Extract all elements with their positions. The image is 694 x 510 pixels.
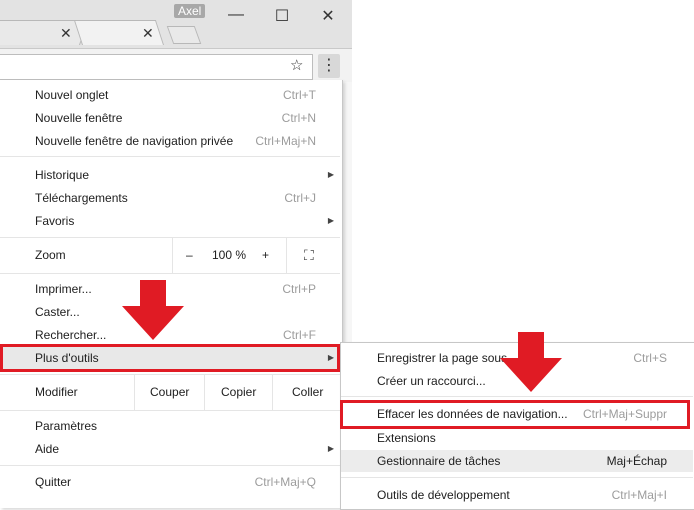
menu-dots-icon[interactable]: ⋮: [318, 54, 340, 78]
menu-item-label: Téléchargements: [35, 191, 128, 205]
menu-item-history[interactable]: Historique ▶: [0, 164, 340, 186]
menu-item-shortcut: Ctrl+J: [284, 191, 316, 205]
submenu-item-extensions[interactable]: Extensions: [341, 427, 693, 449]
submenu-arrow-icon: ▶: [327, 170, 334, 179]
submenu-arrow-icon: ▶: [327, 444, 334, 453]
red-arrow-down-icon: [122, 280, 184, 340]
menu-separator: [0, 465, 340, 466]
highlight-box-more-tools: [0, 344, 340, 372]
submenu-item-shortcut: Maj+Échap: [606, 454, 667, 468]
submenu-item-shortcut: Ctrl+Maj+I: [611, 488, 667, 502]
menu-item-label: Quitter: [35, 475, 72, 489]
edit-label: Modifier: [35, 385, 78, 399]
menu-item-shortcut: Ctrl+T: [283, 88, 316, 102]
menu-item-bookmarks[interactable]: Favoris ▶: [0, 210, 340, 232]
minimize-icon[interactable]: —: [226, 6, 246, 24]
submenu-arrow-icon: ▶: [327, 216, 334, 225]
submenu-item-shortcut: Ctrl+S: [633, 351, 667, 365]
menu-item-label: Historique: [35, 168, 90, 182]
menu-item-downloads[interactable]: Téléchargements Ctrl+J: [0, 187, 340, 209]
cell-divider: [204, 374, 205, 410]
red-arrow-down-icon: [500, 332, 562, 392]
copy-button[interactable]: Copier: [221, 374, 256, 410]
zoom-in-button[interactable]: +: [262, 237, 269, 273]
menu-item-shortcut: Ctrl+P: [282, 282, 316, 296]
menu-item-label: Aide: [35, 442, 60, 456]
menu-item-settings[interactable]: Paramètres: [0, 415, 340, 437]
submenu-item-label: Gestionnaire de tâches: [377, 454, 501, 468]
maximize-icon[interactable]: ☐: [272, 6, 292, 26]
submenu-item-developer-tools[interactable]: Outils de développement Ctrl+Maj+I: [341, 484, 693, 506]
menu-item-label: Imprimer...: [35, 282, 92, 296]
menu-item-label: Nouvel onglet: [35, 88, 109, 102]
menu-item-label: Favoris: [35, 214, 75, 228]
menu-item-shortcut: Ctrl+F: [283, 328, 316, 342]
menu-separator: [341, 477, 693, 478]
menu-separator: [0, 156, 340, 157]
menu-separator: [341, 396, 693, 397]
zoom-label: Zoom: [35, 248, 66, 262]
zoom-level-value: 100 %: [212, 248, 247, 262]
paste-button[interactable]: Coller: [292, 374, 323, 410]
menu-separator: [0, 410, 340, 411]
menu-item-label: Caster...: [35, 305, 80, 319]
submenu-item-label: Enregistrer la page sous...: [377, 351, 518, 365]
cell-divider: [172, 237, 173, 273]
submenu-item-label: Extensions: [377, 431, 436, 445]
highlight-box-clear-data: [340, 400, 690, 429]
zoom-out-button[interactable]: –: [186, 237, 193, 273]
menu-item-new-window[interactable]: Nouvelle fenêtre Ctrl+N: [0, 107, 340, 129]
menu-item-label: Paramètres: [35, 419, 98, 433]
menu-item-new-tab[interactable]: Nouvel onglet Ctrl+T: [0, 84, 340, 106]
menu-item-help[interactable]: Aide ▶: [0, 438, 340, 460]
submenu-item-label: Outils de développement: [377, 488, 510, 502]
menu-item-label: Nouvelle fenêtre de navigation privée: [35, 134, 234, 148]
submenu-item-task-manager[interactable]: Gestionnaire de tâches Maj+Échap: [341, 450, 693, 472]
menu-item-new-private-window[interactable]: Nouvelle fenêtre de navigation privée Ct…: [0, 130, 340, 152]
cell-divider: [272, 374, 273, 410]
tab-2-close-icon[interactable]: ✕: [142, 25, 154, 42]
zoom-row: Zoom – 100 % + ⛶: [0, 237, 340, 273]
edit-row: Modifier Couper Copier Coller: [0, 374, 340, 410]
menu-separator: [0, 273, 340, 274]
menu-item-quit[interactable]: Quitter Ctrl+Maj+Q: [0, 471, 340, 493]
cell-divider: [286, 237, 287, 273]
menu-item-shortcut: Ctrl+Maj+N: [255, 134, 316, 148]
cut-button[interactable]: Couper: [150, 374, 189, 410]
tab-1-close-icon[interactable]: ✕: [60, 25, 72, 42]
menu-item-label: Nouvelle fenêtre: [35, 111, 123, 125]
address-bar[interactable]: [0, 54, 313, 80]
menu-item-shortcut: Ctrl+N: [281, 111, 316, 125]
submenu-item-label: Créer un raccourci...: [377, 374, 486, 388]
bookmark-star-icon[interactable]: ☆: [290, 56, 303, 74]
cell-divider: [134, 374, 135, 410]
menu-item-shortcut: Ctrl+Maj+Q: [254, 475, 316, 489]
fullscreen-icon[interactable]: ⛶: [304, 237, 314, 273]
menu-item-label: Rechercher...: [35, 328, 107, 342]
profile-name-badge[interactable]: Axel: [174, 4, 206, 18]
window-close-icon[interactable]: ✕: [318, 6, 338, 26]
